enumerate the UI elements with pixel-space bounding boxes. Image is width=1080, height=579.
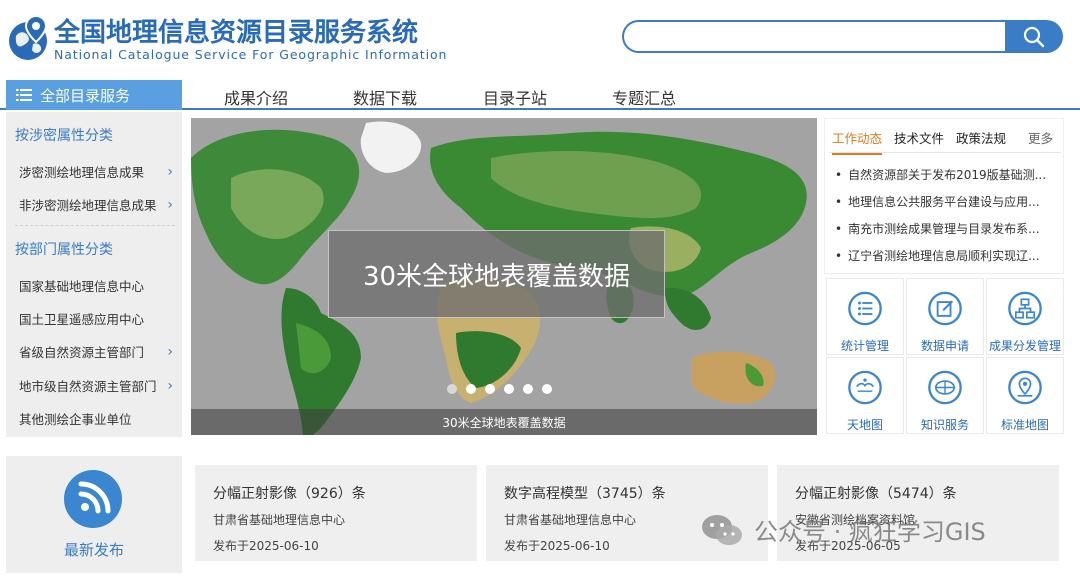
sidebar-item-unclassified[interactable]: 非涉密测绘地理信息成果 › [19,195,181,214]
sidebar-item-label: 国土卫星遥感应用中心 [19,312,145,327]
sidebar-group-title-department: 按部门属性分类 [15,242,113,258]
service-label: 数据申请 [920,339,969,353]
watermark: 公众号 · 疯狂学习GIS [700,512,986,547]
sidebar-item-national-center[interactable]: 国家基础地理信息中心 [19,276,181,295]
service-tianditu[interactable]: 天地图 [826,357,904,434]
banner-carousel[interactable]: 30米全球地表覆盖数据 30米全球地表覆盖数据 [191,118,817,435]
carousel-dot[interactable] [542,384,552,394]
chevron-right-icon: › [167,163,173,180]
chevron-right-icon: › [167,196,173,213]
search-icon [1023,26,1045,47]
service-label: 统计管理 [840,339,889,353]
site-subtitle: National Catalogue Service For Geographi… [54,47,448,62]
site-title: 全国地理信息资源目录服务系统 [54,18,419,48]
tab-work-news[interactable]: 工作动态 [832,128,883,155]
news-divider [829,152,1061,153]
wechat-icon [702,514,742,545]
list-icon [848,291,882,326]
news-tabs: 工作动态 技术文件 政策法规 [832,128,1006,155]
sidebar-item-provincial[interactable]: 省级自然资源主管部门 › [19,342,181,361]
banner-bottom-caption: 30米全球地表覆盖数据 [191,409,817,435]
page-root: 全国地理信息资源目录服务系统 National Catalogue Servic… [0,0,1080,579]
chevron-right-icon: › [167,343,173,360]
release-card-org: 甘肃省基础地理信息中心 [504,513,637,527]
news-item[interactable]: 地理信息公共服务平台建设与应用... [835,193,1039,210]
search-box [622,20,1006,53]
service-label: 知识服务 [920,418,969,432]
release-card-title: 数字高程模型（3745）条 [504,486,666,502]
sidebar-divider [15,225,175,226]
sidebar-item-label: 地市级自然资源主管部门 [19,379,157,394]
carousel-dots [447,384,552,394]
nav-item-substations[interactable]: 目录子站 [483,85,547,109]
latest-release-box[interactable]: 最新发布 [6,456,182,573]
release-card-date: 发布于2025-06-10 [213,539,319,553]
sidebar-item-label: 省级自然资源主管部门 [19,345,145,360]
search-input[interactable] [624,22,1006,51]
all-catalog-button[interactable]: 全部目录服务 [6,80,182,110]
tianditu-icon [848,370,882,405]
sidebar-item-other-units[interactable]: 其他测绘企事业单位 [19,409,181,428]
sidebar-item-classified[interactable]: 涉密测绘地理信息成果 › [19,162,181,181]
nav-item-topics[interactable]: 专题汇总 [612,85,676,109]
search-button[interactable] [1005,20,1063,53]
all-catalog-label: 全部目录服务 [40,86,131,105]
nav-item-download[interactable]: 数据下载 [353,85,417,109]
sidebar-item-satellite-center[interactable]: 国土卫星遥感应用中心 [19,309,181,328]
globe-pin-logo-icon[interactable] [6,14,50,62]
release-card[interactable]: 分幅正射影像（926）条 甘肃省基础地理信息中心 发布于2025-06-10 [195,465,477,561]
chevron-right-icon: › [167,377,173,394]
knowledge-icon [928,370,962,405]
sidebar-item-label: 国家基础地理信息中心 [19,279,145,294]
category-sidebar: 按涉密属性分类 涉密测绘地理信息成果 › 非涉密测绘地理信息成果 › 按部门属性… [6,112,182,437]
latest-release-label: 最新发布 [63,541,124,559]
rss-icon [64,470,122,528]
news-item[interactable]: 南充市测绘成果管理与目录发布系... [835,220,1039,237]
service-standard-map[interactable]: 标准地图 [986,357,1064,434]
network-icon [1008,291,1042,326]
service-label: 天地图 [846,418,883,432]
service-label: 成果分发管理 [988,339,1061,353]
service-distribution-management[interactable]: 成果分发管理 [986,278,1064,355]
sidebar-item-label: 非涉密测绘地理信息成果 [19,198,157,213]
release-card-org: 甘肃省基础地理信息中心 [213,513,346,527]
service-knowledge[interactable]: 知识服务 [906,357,984,434]
carousel-dot[interactable] [485,384,495,394]
banner-caption: 30米全球地表覆盖数据 [362,261,631,292]
carousel-dot[interactable] [504,384,514,394]
edit-icon [928,291,962,326]
news-panel: 工作动态 技术文件 政策法规 更多 自然资源部关于发布2019版基础测... 地… [824,118,1064,274]
news-item[interactable]: 辽宁省测绘地理信息局顺利实现辽... [835,247,1039,264]
carousel-dot[interactable] [447,384,457,394]
sidebar-item-municipal[interactable]: 地市级自然资源主管部门 › [19,376,181,395]
carousel-dot[interactable] [466,384,476,394]
service-label: 标准地图 [1000,418,1049,432]
banner-caption-box[interactable]: 30米全球地表覆盖数据 [328,230,665,318]
menu-icon [16,89,32,101]
tab-policies[interactable]: 政策法规 [956,128,1006,155]
tab-tech-docs[interactable]: 技术文件 [894,128,944,155]
sidebar-group-title-secret: 按涉密属性分类 [15,128,113,144]
service-data-application[interactable]: 数据申请 [906,278,984,355]
carousel-dot[interactable] [523,384,533,394]
news-more-link[interactable]: 更多 [1028,128,1053,147]
release-card-title: 分幅正射影像（5474）条 [795,486,957,502]
watermark-text: 公众号 · 疯狂学习GIS [754,518,986,546]
sidebar-item-label: 其他测绘企事业单位 [19,412,132,427]
release-card-title: 分幅正射影像（926）条 [213,486,366,502]
sidebar-item-label: 涉密测绘地理信息成果 [19,165,145,180]
map-pin-icon [1008,370,1042,405]
service-stats-management[interactable]: 统计管理 [826,278,904,355]
news-item[interactable]: 自然资源部关于发布2019版基础测... [835,166,1046,183]
release-card-date: 发布于2025-06-10 [504,539,610,553]
nav-item-intro[interactable]: 成果介绍 [224,85,288,109]
